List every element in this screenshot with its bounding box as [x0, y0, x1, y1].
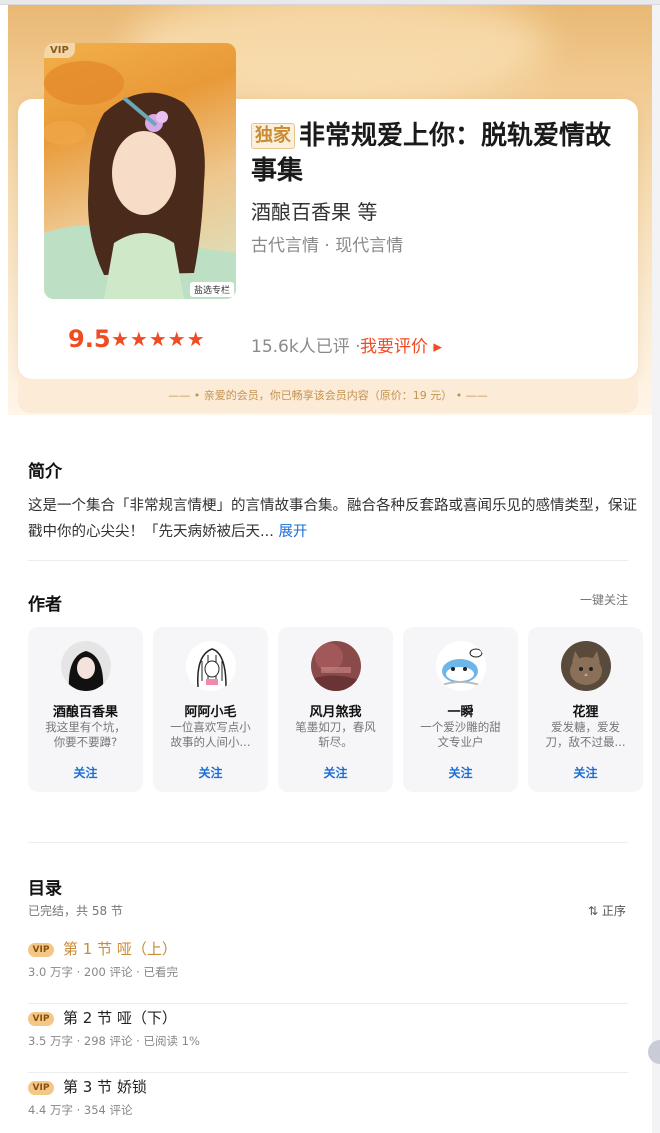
- book-author[interactable]: 酒酿百香果 等: [251, 196, 377, 225]
- intro-heading: 简介: [28, 462, 62, 482]
- chapter-meta: 3.0 万字 · 200 评论 · 已看完: [28, 965, 178, 979]
- follow-button[interactable]: 关注: [528, 764, 643, 781]
- sort-order-button[interactable]: ⇅ 正序: [588, 902, 626, 919]
- follow-button[interactable]: 关注: [28, 764, 143, 781]
- chapter-item[interactable]: VIP 第 1 节 哑（上） 3.0 万字 · 200 评论 · 已看完: [28, 935, 628, 1004]
- author-name: 花狸: [572, 705, 599, 720]
- expand-intro-link[interactable]: 展开: [278, 524, 307, 540]
- book-cover[interactable]: VIP 盐选专栏: [44, 43, 236, 299]
- intro-body: 这是一个集合「非常规言情梗」的言情故事合集。融合各种反套路或喜闻乐见的感情类型，…: [28, 498, 637, 540]
- book-genres[interactable]: 古代言情 · 现代言情: [251, 231, 403, 256]
- follow-button[interactable]: 关注: [278, 764, 393, 781]
- authors-heading: 作者: [28, 595, 62, 615]
- avatar[interactable]: [311, 641, 361, 691]
- author-name: 一瞬: [447, 705, 474, 720]
- avatar[interactable]: [436, 641, 486, 691]
- exclusive-badge: 独家: [251, 123, 295, 149]
- author-name: 风月煞我: [309, 705, 362, 720]
- book-title: 独家 非常规爱上你：脱轨爱情故事集: [251, 119, 621, 189]
- page-right-edge: [652, 5, 660, 1133]
- cover-vip-badge: VIP: [44, 43, 75, 58]
- cover-illustration: [44, 61, 236, 299]
- rate-book-link[interactable]: 我要评价 ▸: [360, 332, 442, 357]
- divider: [28, 560, 628, 561]
- avatar[interactable]: [61, 641, 111, 691]
- follow-button[interactable]: 关注: [403, 764, 518, 781]
- author-desc: 笔墨如刀，春风斩尽。: [295, 720, 376, 749]
- toc-heading: 目录: [28, 879, 62, 899]
- avatar[interactable]: [561, 641, 611, 691]
- author-card[interactable]: 阿阿小毛 一位喜欢写点小故事的人间小... 关注: [153, 627, 268, 792]
- divider: [28, 842, 628, 843]
- author-desc: 我这里有个坑，你要不要蹲?: [45, 720, 126, 749]
- author-name: 酒酿百香果: [52, 705, 118, 720]
- author-card[interactable]: 酒酿百香果 我这里有个坑，你要不要蹲? 关注: [28, 627, 143, 792]
- book-detail-page: VIP 盐选专栏 独家 非常规爱上你：脱轨爱情故事集 酒酿百香果 等 古代言情 ·…: [8, 5, 652, 1133]
- chapter-meta: 3.5 万字 · 298 评论 · 已阅读 1%: [28, 1034, 200, 1048]
- rating-score: 9.5: [68, 325, 111, 353]
- author-desc: 爱发糖，爱发刀，敌不过最...: [545, 720, 626, 749]
- intro-text: 这是一个集合「非常规言情梗」的言情故事合集。融合各种反套路或喜闻乐见的感情类型，…: [28, 493, 638, 545]
- toc-status: 已完结，共 58 节: [28, 904, 123, 918]
- chapter-title: 第 1 节 哑（上）: [63, 940, 177, 958]
- vip-badge: VIP: [28, 1012, 54, 1026]
- author-card[interactable]: 花狸 爱发糖，爱发刀，敌不过最... 关注: [528, 627, 643, 792]
- author-name: 阿阿小毛: [184, 705, 237, 720]
- member-notice: —— • 亲爱的会员，你已畅享该会员内容（原价：19 元） • ——: [18, 379, 638, 413]
- follow-all-button[interactable]: 一键关注: [580, 591, 628, 608]
- rating-stars-icon: ★★★★★: [111, 327, 206, 351]
- author-desc: 一个爱沙雕的甜文专业户: [420, 720, 501, 749]
- author-card[interactable]: 风月煞我 笔墨如刀，春风斩尽。 关注: [278, 627, 393, 792]
- cover-column-tag: 盐选专栏: [189, 282, 234, 297]
- author-card[interactable]: 一瞬 一个爱沙雕的甜文专业户 关注: [403, 627, 518, 792]
- author-desc: 一位喜欢写点小故事的人间小...: [170, 720, 251, 749]
- chapter-item[interactable]: VIP 第 2 节 哑（下） 3.5 万字 · 298 评论 · 已阅读 1%: [28, 1004, 628, 1073]
- avatar[interactable]: [186, 641, 236, 691]
- chapter-item[interactable]: VIP 第 3 节 娇锁 4.4 万字 · 354 评论: [28, 1073, 628, 1133]
- vip-badge: VIP: [28, 943, 54, 957]
- chapter-title: 第 2 节 哑（下）: [63, 1009, 177, 1027]
- follow-button[interactable]: 关注: [153, 764, 268, 781]
- rating-count: 15.6k人已评 ·: [251, 337, 361, 357]
- book-title-text: 非常规爱上你：脱轨爱情故事集: [251, 121, 612, 186]
- chapter-meta: 4.4 万字 · 354 评论: [28, 1103, 133, 1117]
- vip-badge: VIP: [28, 1081, 54, 1095]
- chapter-title: 第 3 节 娇锁: [63, 1078, 147, 1096]
